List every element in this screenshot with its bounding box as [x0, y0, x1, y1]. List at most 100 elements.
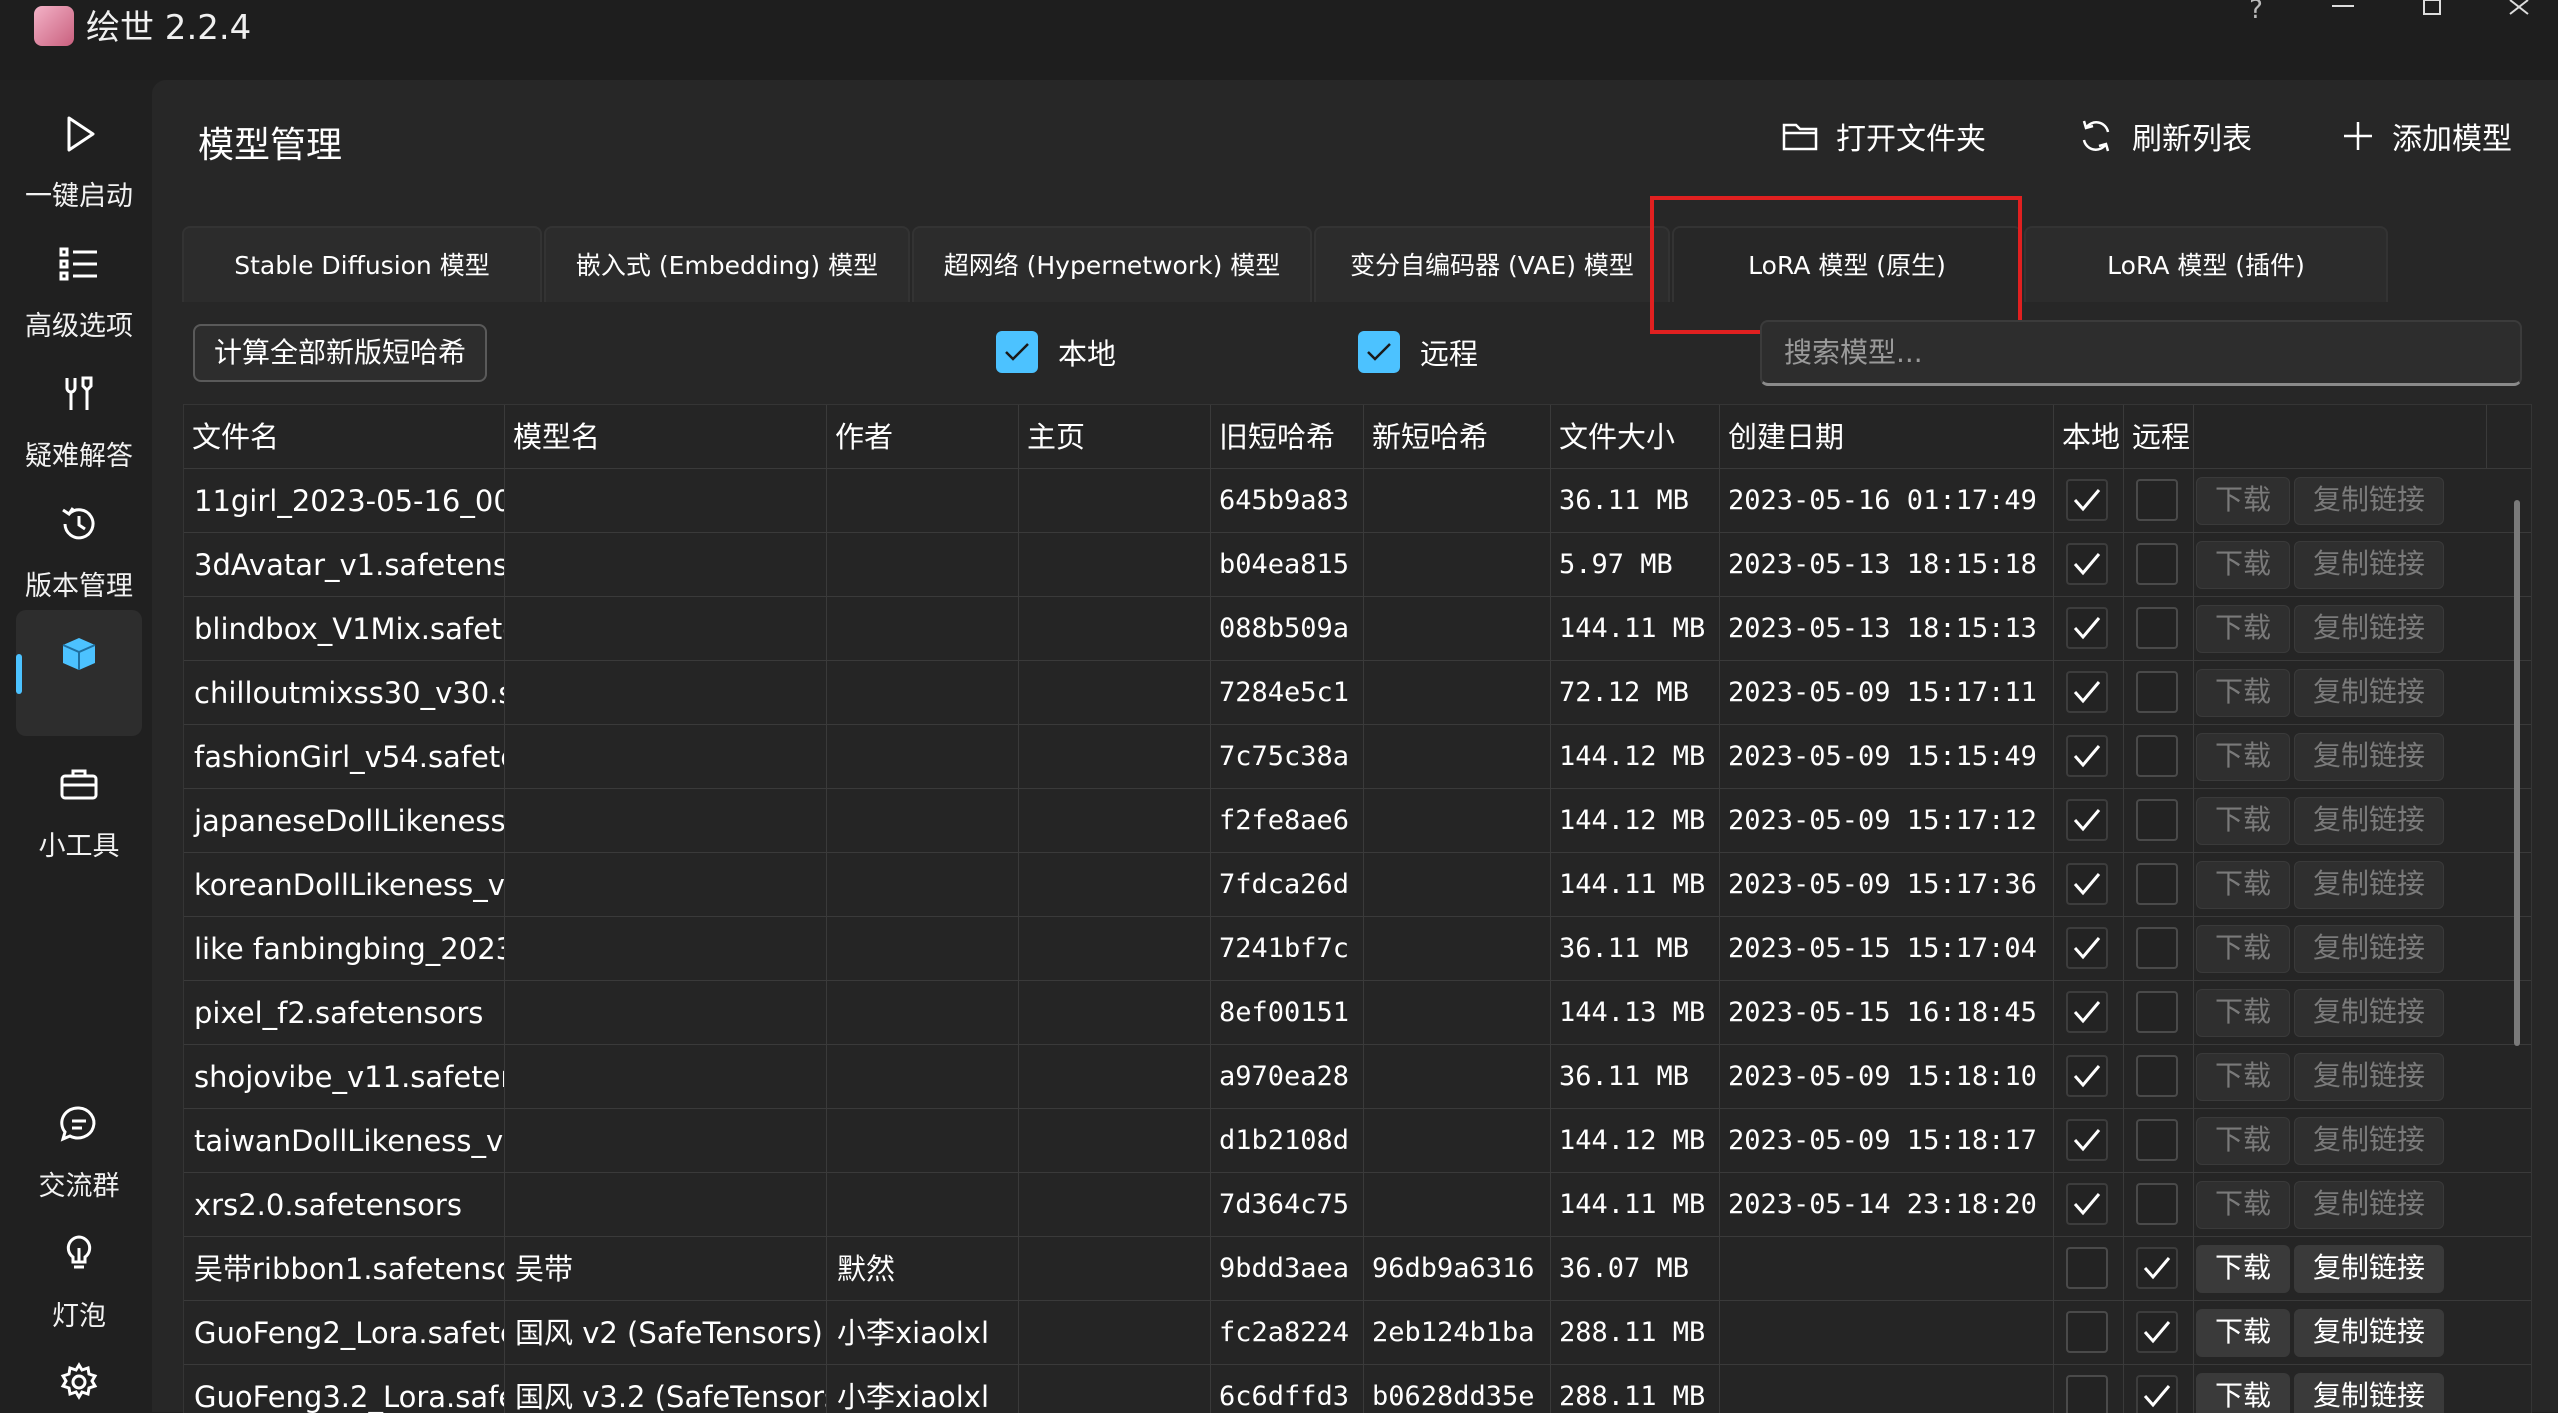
- remote-checkbox[interactable]: [2136, 991, 2178, 1033]
- copy-link-button[interactable]: 复制链接: [2294, 1117, 2444, 1165]
- copy-link-button[interactable]: 复制链接: [2294, 925, 2444, 973]
- download-button[interactable]: 下载: [2196, 1181, 2290, 1229]
- sidebar-item-models[interactable]: [16, 610, 142, 736]
- local-checkbox[interactable]: [2066, 671, 2108, 713]
- download-button[interactable]: 下载: [2196, 797, 2290, 845]
- download-button[interactable]: 下载: [2196, 541, 2290, 589]
- copy-link-button[interactable]: 复制链接: [2294, 541, 2444, 589]
- copy-link-button[interactable]: 复制链接: [2294, 733, 2444, 781]
- search-input[interactable]: [1760, 320, 2522, 386]
- open-folder-button[interactable]: 打开文件夹: [1782, 110, 1986, 162]
- download-button[interactable]: 下载: [2196, 605, 2290, 653]
- local-checkbox[interactable]: [2066, 479, 2108, 521]
- download-button[interactable]: 下载: [2196, 733, 2290, 781]
- tab-stable-diffusion[interactable]: Stable Diffusion 模型: [182, 226, 542, 302]
- filter-local[interactable]: 本地: [996, 330, 1116, 374]
- column-header[interactable]: 文件大小: [1551, 405, 1720, 469]
- copy-link-button[interactable]: 复制链接: [2294, 1373, 2444, 1413]
- table-row[interactable]: pixel_f2.safetensors 8ef00151 144.13 MB 202…: [184, 981, 2531, 1045]
- filter-remote[interactable]: 远程: [1358, 330, 1478, 374]
- table-row[interactable]: 吴带ribbon1.safetensor 吴带 默然 9bdd3aea 96db9a63…: [184, 1237, 2531, 1301]
- copy-link-button[interactable]: 复制链接: [2294, 989, 2444, 1037]
- download-button[interactable]: 下载: [2196, 477, 2290, 525]
- table-row[interactable]: koreanDollLikeness_v1! 7fdca26d 144.11 MB 2…: [184, 853, 2531, 917]
- table-row[interactable]: chilloutmixss30_v30.saf 7284e5c1 72.12 MB2…: [184, 661, 2531, 725]
- copy-link-button[interactable]: 复制链接: [2294, 605, 2444, 653]
- tab-embedding[interactable]: 嵌入式 (Embedding) 模型: [544, 226, 910, 302]
- column-header[interactable]: 远程: [2124, 405, 2194, 469]
- copy-link-button[interactable]: 复制链接: [2294, 477, 2444, 525]
- download-button[interactable]: 下载: [2196, 1245, 2290, 1293]
- remote-checkbox[interactable]: [2136, 671, 2178, 713]
- copy-link-button[interactable]: 复制链接: [2294, 797, 2444, 845]
- remote-checkbox[interactable]: [2136, 1247, 2178, 1289]
- local-checkbox[interactable]: [2066, 735, 2108, 777]
- column-header[interactable]: 旧短哈希: [1211, 405, 1364, 469]
- local-checkbox[interactable]: [2066, 543, 2108, 585]
- help-button[interactable]: ?: [2226, 0, 2286, 30]
- sidebar-item-advanced[interactable]: 高级选项: [16, 220, 142, 346]
- column-header[interactable]: 文件名: [184, 405, 505, 469]
- remote-checkbox[interactable]: [2136, 1183, 2178, 1225]
- sidebar-item-community[interactable]: 交流群: [16, 1080, 142, 1206]
- copy-link-button[interactable]: 复制链接: [2294, 861, 2444, 909]
- local-checkbox[interactable]: [2066, 863, 2108, 905]
- sidebar-item-settings[interactable]: [16, 1338, 142, 1412]
- table-row[interactable]: GuoFeng3.2_Lora.safet 国风 v3.2 (SafeTensor…: [184, 1365, 2531, 1413]
- local-checkbox[interactable]: [996, 331, 1038, 373]
- tab-lora-plugin[interactable]: LoRA 模型 (插件): [2024, 226, 2388, 302]
- table-row[interactable]: fashionGirl_v54.safeten 7c75c38a 144.12 MB…: [184, 725, 2531, 789]
- copy-link-button[interactable]: 复制链接: [2294, 1053, 2444, 1101]
- minimize-button[interactable]: [2314, 0, 2374, 30]
- local-checkbox[interactable]: [2066, 607, 2108, 649]
- local-checkbox[interactable]: [2066, 927, 2108, 969]
- local-checkbox[interactable]: [2066, 799, 2108, 841]
- column-header[interactable]: 本地: [2054, 405, 2124, 469]
- local-checkbox[interactable]: [2066, 1183, 2108, 1225]
- column-header[interactable]: 模型名: [505, 405, 827, 469]
- download-button[interactable]: 下载: [2196, 925, 2290, 973]
- local-checkbox[interactable]: [2066, 1055, 2108, 1097]
- remote-checkbox[interactable]: [2136, 735, 2178, 777]
- column-header[interactable]: 新短哈希: [1364, 405, 1551, 469]
- copy-link-button[interactable]: 复制链接: [2294, 669, 2444, 717]
- column-header[interactable]: 作者: [827, 405, 1019, 469]
- remote-checkbox[interactable]: [2136, 607, 2178, 649]
- local-checkbox[interactable]: [2066, 991, 2108, 1033]
- copy-link-button[interactable]: 复制链接: [2294, 1309, 2444, 1357]
- table-row[interactable]: blindbox_V1Mix.safeter 088b509a 144.11 MB 2…: [184, 597, 2531, 661]
- refresh-button[interactable]: 刷新列表: [2078, 110, 2252, 162]
- remote-checkbox[interactable]: [2136, 543, 2178, 585]
- local-checkbox[interactable]: [2066, 1247, 2108, 1289]
- table-row[interactable]: shojovibe_v11.safetens a970ea28 36.11 MB 20…: [184, 1045, 2531, 1109]
- download-button[interactable]: 下载: [2196, 1373, 2290, 1413]
- remote-checkbox[interactable]: [2136, 1375, 2178, 1413]
- vertical-scrollbar[interactable]: [2514, 500, 2520, 1046]
- table-row[interactable]: 11girl_2023-05-16_004 645b9a83 36.11 MB 202…: [184, 469, 2531, 533]
- copy-link-button[interactable]: 复制链接: [2294, 1245, 2444, 1293]
- sidebar-item-troubleshoot[interactable]: 疑难解答: [16, 350, 142, 476]
- compute-hash-button[interactable]: 计算全部新版短哈希: [193, 324, 487, 382]
- close-button[interactable]: [2490, 0, 2550, 30]
- download-button[interactable]: 下载: [2196, 861, 2290, 909]
- remote-checkbox[interactable]: [2136, 1311, 2178, 1353]
- tab-hypernetwork[interactable]: 超网络 (Hypernetwork) 模型: [912, 226, 1312, 302]
- sidebar-item-bulb[interactable]: 灯泡: [16, 1210, 142, 1336]
- remote-checkbox[interactable]: [2136, 1119, 2178, 1161]
- download-button[interactable]: 下载: [2196, 669, 2290, 717]
- table-row[interactable]: 3dAvatar_v1.safetensor b04ea815 5.97 MB 202…: [184, 533, 2531, 597]
- maximize-button[interactable]: [2404, 0, 2464, 30]
- local-checkbox[interactable]: [2066, 1375, 2108, 1413]
- table-row[interactable]: like fanbingbing_2023- 7241bf7c 36.11 MB 20…: [184, 917, 2531, 981]
- table-row[interactable]: xrs2.0.safetensors 7d364c75 144.11 MB 2023-…: [184, 1173, 2531, 1237]
- sidebar-item-tools[interactable]: 小工具: [16, 740, 142, 866]
- remote-checkbox[interactable]: [2136, 799, 2178, 841]
- remote-checkbox[interactable]: [2136, 863, 2178, 905]
- download-button[interactable]: 下载: [2196, 1117, 2290, 1165]
- remote-checkbox[interactable]: [1358, 331, 1400, 373]
- remote-checkbox[interactable]: [2136, 927, 2178, 969]
- download-button[interactable]: 下载: [2196, 1053, 2290, 1101]
- download-button[interactable]: 下载: [2196, 1309, 2290, 1357]
- add-model-button[interactable]: 添加模型: [2342, 110, 2512, 162]
- table-row[interactable]: japaneseDollLikeness_v f2fe8ae6 144.12 MB 2…: [184, 789, 2531, 853]
